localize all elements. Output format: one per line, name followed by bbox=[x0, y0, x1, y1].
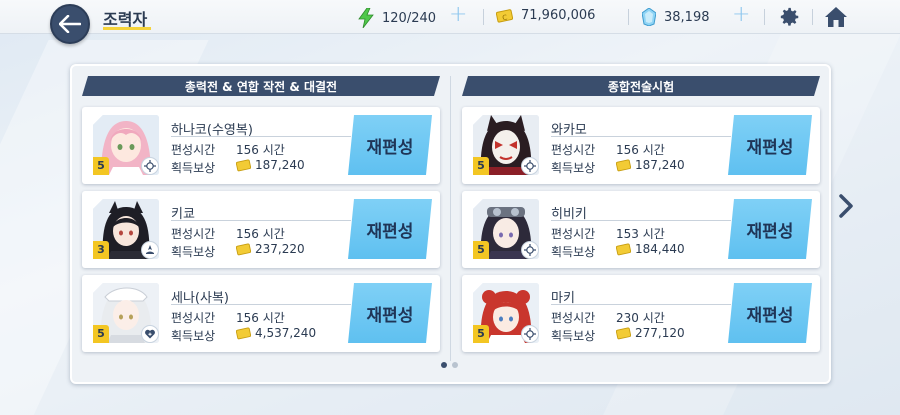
reform-button[interactable]: 재편성 bbox=[728, 199, 812, 259]
credit-value: 71,960,006 bbox=[521, 8, 596, 23]
support-card: 5 마키 편성시간 230 시간 획득보상 277,120 재편성 bbox=[462, 275, 820, 352]
home-icon[interactable] bbox=[824, 5, 848, 29]
formation-time-label: 편성시간 bbox=[171, 227, 216, 241]
name-divider bbox=[551, 304, 731, 305]
reward-value: 277,120 bbox=[616, 326, 685, 340]
formation-time-value: 156 시간 bbox=[616, 143, 665, 157]
pyroxene-display: 38,198 bbox=[642, 8, 710, 26]
star-rating-badge: 5 bbox=[473, 325, 489, 343]
formation-time-label: 편성시간 bbox=[551, 143, 596, 157]
reward-value: 187,240 bbox=[616, 158, 685, 172]
special-role-icon bbox=[141, 157, 159, 175]
star-rating-badge: 5 bbox=[93, 325, 109, 343]
next-page-chevron-icon[interactable] bbox=[836, 192, 856, 220]
name-divider bbox=[551, 220, 731, 221]
name-divider bbox=[171, 304, 351, 305]
settings-gear-icon[interactable] bbox=[778, 5, 802, 29]
formation-time-value: 156 시간 bbox=[236, 143, 285, 157]
name-divider bbox=[551, 136, 731, 137]
support-card: 5 세나(사복) 편성시간 156 시간 획득보상 4,537,240 재편성 bbox=[82, 275, 440, 352]
formation-time-value: 156 시간 bbox=[236, 311, 285, 325]
page-dot-active[interactable] bbox=[441, 362, 447, 368]
star-rating-badge: 5 bbox=[473, 241, 489, 259]
credit-icon bbox=[616, 327, 631, 340]
ap-add-button[interactable]: + bbox=[449, 4, 467, 26]
credit-icon bbox=[236, 243, 251, 256]
credit-icon bbox=[236, 159, 251, 172]
reward-amount: 187,240 bbox=[635, 158, 685, 172]
ap-display: 120/240 bbox=[358, 8, 436, 28]
formation-time-label: 편성시간 bbox=[551, 311, 596, 325]
divider bbox=[483, 9, 484, 25]
column-divider bbox=[450, 76, 451, 361]
divider bbox=[628, 9, 629, 25]
formation-time-label: 편성시간 bbox=[171, 311, 216, 325]
reward-value: 4,537,240 bbox=[236, 326, 316, 340]
reform-button[interactable]: 재편성 bbox=[348, 199, 432, 259]
reward-label: 획득보상 bbox=[171, 161, 216, 175]
formation-time-value: 153 시간 bbox=[616, 227, 665, 241]
support-panel: 총력전 & 연합 작전 & 대결전 종합전술시험 5 하나코(수영복) 편성시간… bbox=[70, 64, 831, 384]
top-bar: 조력자 120/240 + C 71,960,006 38,198 + bbox=[0, 0, 900, 34]
formation-time-label: 편성시간 bbox=[171, 143, 216, 157]
healer-role-icon bbox=[141, 325, 159, 343]
ap-value: 120/240 bbox=[382, 10, 437, 26]
special-role-icon bbox=[521, 241, 539, 259]
reward-value: 237,220 bbox=[236, 242, 305, 256]
reward-label: 획득보상 bbox=[551, 329, 596, 343]
reward-amount: 184,440 bbox=[635, 242, 685, 256]
name-divider bbox=[171, 220, 351, 221]
star-rating-badge: 5 bbox=[93, 157, 109, 175]
ap-lightning-icon bbox=[358, 8, 374, 28]
reform-button[interactable]: 재편성 bbox=[728, 115, 812, 175]
pyroxene-add-button[interactable]: + bbox=[732, 4, 750, 26]
back-button[interactable] bbox=[50, 4, 90, 44]
reward-value: 187,240 bbox=[236, 158, 305, 172]
reform-button[interactable]: 재편성 bbox=[728, 283, 812, 343]
credit-display: C 71,960,006 bbox=[496, 8, 595, 23]
special-role-icon bbox=[521, 325, 539, 343]
support-role-icon bbox=[141, 241, 159, 259]
reward-amount: 4,537,240 bbox=[255, 326, 317, 340]
star-rating-badge: 5 bbox=[473, 157, 489, 175]
credit-icon bbox=[616, 159, 631, 172]
reform-button[interactable]: 재편성 bbox=[348, 115, 432, 175]
support-card: 5 와카모 편성시간 156 시간 획득보상 187,240 재편성 bbox=[462, 107, 820, 184]
formation-time-value: 156 시간 bbox=[236, 227, 285, 241]
formation-time-value: 230 시간 bbox=[616, 311, 665, 325]
reform-button[interactable]: 재편성 bbox=[348, 283, 432, 343]
arrow-left-icon bbox=[59, 15, 81, 33]
title-underline bbox=[103, 27, 151, 30]
page-dot[interactable] bbox=[452, 362, 458, 368]
formation-time-label: 편성시간 bbox=[551, 227, 596, 241]
support-card: 3 키쿄 편성시간 156 시간 획득보상 237,220 재편성 bbox=[82, 191, 440, 268]
reward-label: 획득보상 bbox=[171, 329, 216, 343]
reward-value: 184,440 bbox=[616, 242, 685, 256]
reward-label: 획득보상 bbox=[551, 245, 596, 259]
column-header-raid: 총력전 & 연합 작전 & 대결전 bbox=[82, 76, 440, 96]
name-divider bbox=[171, 136, 351, 137]
credit-icon bbox=[236, 327, 251, 340]
credit-icon: C bbox=[496, 8, 513, 23]
reward-amount: 187,240 bbox=[255, 158, 305, 172]
special-role-icon bbox=[521, 157, 539, 175]
reward-amount: 277,120 bbox=[635, 326, 685, 340]
divider bbox=[764, 9, 765, 25]
pyroxene-value: 38,198 bbox=[664, 9, 710, 25]
reward-label: 획득보상 bbox=[551, 161, 596, 175]
support-card: 5 히비키 편성시간 153 시간 획득보상 184,440 재편성 bbox=[462, 191, 820, 268]
star-rating-badge: 3 bbox=[93, 241, 109, 259]
pyroxene-icon bbox=[642, 8, 656, 26]
reward-amount: 237,220 bbox=[255, 242, 305, 256]
column-header-tactical-test: 종합전술시험 bbox=[462, 76, 820, 96]
reward-label: 획득보상 bbox=[171, 245, 216, 259]
support-card: 5 하나코(수영복) 편성시간 156 시간 획득보상 187,240 재편성 bbox=[82, 107, 440, 184]
credit-icon bbox=[616, 243, 631, 256]
divider bbox=[812, 9, 813, 25]
